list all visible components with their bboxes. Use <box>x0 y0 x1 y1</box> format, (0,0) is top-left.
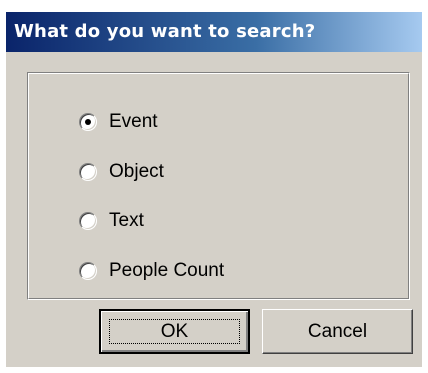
radio-button-icon[interactable] <box>79 212 97 230</box>
cancel-button-label: Cancel <box>307 320 368 342</box>
radio-label-object[interactable]: Object <box>109 161 164 183</box>
radio-button-icon[interactable] <box>79 113 97 131</box>
radio-selected-dot <box>85 119 91 125</box>
dialog-title: What do you want to search? <box>14 21 316 42</box>
radio-option-event[interactable]: Event <box>79 109 158 135</box>
radio-label-event[interactable]: Event <box>109 111 158 133</box>
radio-label-text[interactable]: Text <box>109 210 144 232</box>
radio-option-object[interactable]: Object <box>79 159 164 185</box>
focus-rectangle: OK <box>109 319 240 344</box>
search-type-dialog: What do you want to search? Event Object… <box>6 12 422 367</box>
radio-button-icon[interactable] <box>79 163 97 181</box>
ok-button-label: OK <box>160 320 189 342</box>
radio-button-icon[interactable] <box>79 262 97 280</box>
title-bar[interactable]: What do you want to search? <box>6 12 422 52</box>
cancel-button[interactable]: Cancel <box>262 309 413 354</box>
radio-label-people-count[interactable]: People Count <box>109 260 224 282</box>
search-type-group: Event Object Text People Count <box>27 72 410 300</box>
radio-option-text[interactable]: Text <box>79 208 144 234</box>
ok-button[interactable]: OK <box>99 309 250 354</box>
radio-option-people-count[interactable]: People Count <box>79 258 224 284</box>
